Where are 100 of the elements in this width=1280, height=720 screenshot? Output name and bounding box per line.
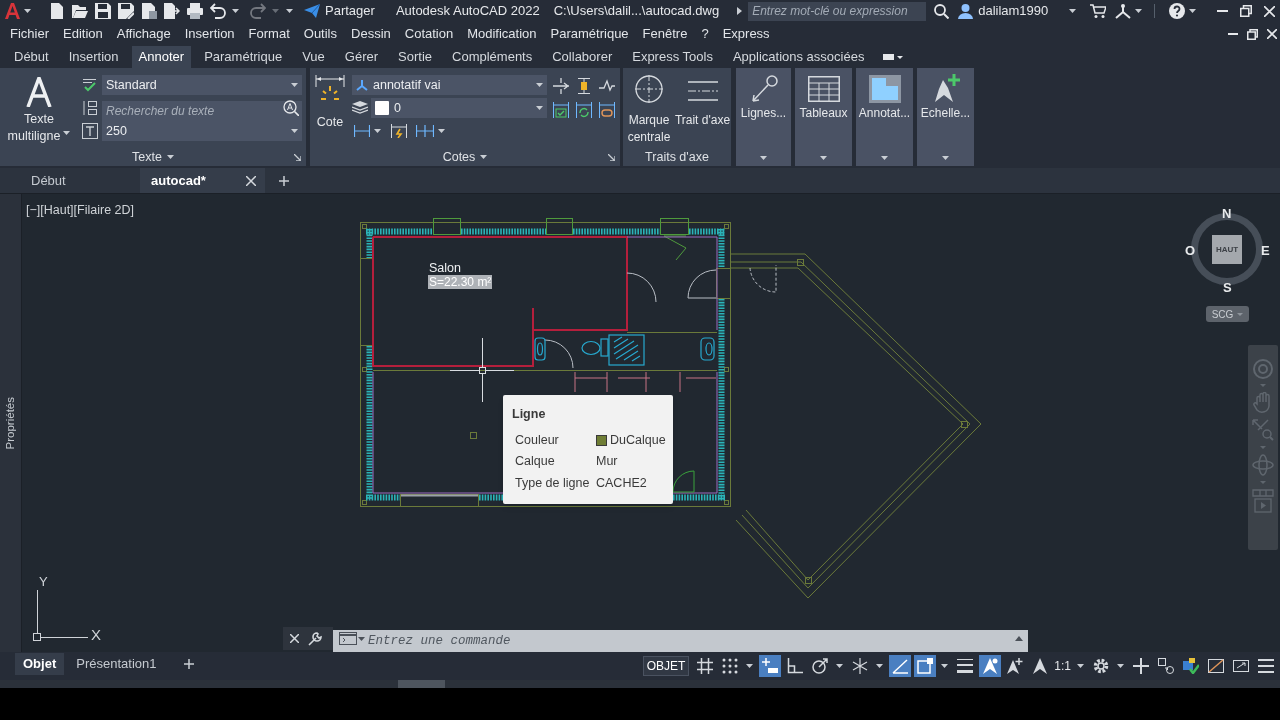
object-snap-toggle[interactable] bbox=[913, 655, 936, 677]
menu-item[interactable]: Paramétrique bbox=[550, 24, 629, 44]
stacked-documents-icon[interactable] bbox=[141, 3, 157, 19]
caret-icon[interactable] bbox=[1069, 9, 1077, 13]
caret-icon[interactable] bbox=[358, 637, 365, 641]
save-icon[interactable] bbox=[95, 3, 111, 19]
caret-icon[interactable] bbox=[286, 9, 293, 13]
centerline-tool-button[interactable]: Trait d'axe bbox=[674, 72, 731, 146]
ribbon-tab[interactable]: Gérer bbox=[337, 46, 386, 68]
caret-icon[interactable] bbox=[232, 9, 239, 13]
multiline-text-button[interactable]: Texte multiligne bbox=[0, 72, 78, 146]
search-icon[interactable] bbox=[283, 100, 299, 116]
share-button[interactable]: Partager bbox=[304, 1, 375, 21]
caret-icon[interactable] bbox=[1135, 9, 1143, 13]
annotation-visibility-toggle[interactable] bbox=[978, 655, 1001, 677]
collapsed-panel-button[interactable]: Annotat... bbox=[856, 68, 913, 166]
viewport-controls[interactable]: [−][Haut][Filaire 2D] bbox=[26, 201, 135, 220]
menu-item[interactable]: Express bbox=[722, 24, 770, 44]
collapsed-panel-button[interactable]: Echelle... bbox=[917, 68, 974, 166]
ribbon-tab[interactable]: Compléments bbox=[445, 46, 540, 68]
close-icon[interactable] bbox=[290, 634, 299, 643]
help-icon[interactable] bbox=[1169, 3, 1186, 19]
spacing-bar-icon[interactable] bbox=[576, 78, 592, 94]
right-caret-icon[interactable] bbox=[737, 7, 743, 15]
bar-caret-icon[interactable] bbox=[883, 53, 904, 61]
layer-dropdown[interactable]: 0 bbox=[371, 98, 547, 118]
user-name[interactable]: dalilam1990 bbox=[978, 1, 1049, 21]
menu-item[interactable]: Fenêtre bbox=[642, 24, 688, 44]
print-icon[interactable] bbox=[187, 3, 203, 19]
ribbon-tab[interactable]: Collaborer bbox=[545, 46, 620, 68]
panel-title[interactable]: Texte bbox=[132, 150, 174, 164]
segmented-dimension-icon[interactable] bbox=[416, 125, 434, 137]
terminal-window-icon[interactable] bbox=[339, 632, 357, 645]
collapsed-panel-button[interactable]: Lignes... bbox=[736, 68, 791, 166]
caret-icon[interactable] bbox=[1189, 9, 1197, 13]
lines-check-icon[interactable] bbox=[82, 78, 98, 92]
collapsed-panel-button[interactable]: Tableaux bbox=[795, 68, 852, 166]
open-folder-icon[interactable] bbox=[72, 3, 88, 19]
ribbon-tab[interactable]: Insertion bbox=[61, 46, 126, 68]
compass-direction[interactable]: E bbox=[1261, 241, 1270, 261]
caret-icon[interactable] bbox=[876, 664, 884, 668]
centerline-tool-button[interactable]: Marque centrale bbox=[624, 72, 674, 146]
ribbon-tab[interactable]: Début bbox=[7, 46, 56, 68]
diagonal-arrow-icon[interactable] bbox=[294, 154, 301, 161]
zigzag-line-icon[interactable] bbox=[599, 78, 615, 94]
infer-constraints-toggle[interactable] bbox=[758, 655, 781, 677]
menu-item[interactable]: Cotation bbox=[404, 24, 454, 44]
scrollbar-thumb[interactable] bbox=[398, 680, 445, 688]
plus-icon[interactable] bbox=[184, 659, 195, 669]
dimension-button[interactable]: Cote bbox=[310, 72, 350, 146]
new-file-icon[interactable] bbox=[49, 3, 65, 19]
lightning-dimension-icon[interactable] bbox=[391, 124, 407, 138]
view-cube-face[interactable]: HAUT bbox=[1212, 235, 1242, 264]
search-icon[interactable] bbox=[934, 3, 950, 19]
text-search-field[interactable]: Rechercher du texte bbox=[102, 101, 302, 121]
plus-icon[interactable] bbox=[279, 175, 289, 186]
user-icon[interactable] bbox=[958, 3, 974, 19]
menu-item[interactable]: ? bbox=[701, 24, 709, 44]
dimension-link-icon[interactable] bbox=[599, 102, 615, 118]
cart-icon[interactable] bbox=[1090, 4, 1107, 18]
up-caret-icon[interactable] bbox=[1015, 636, 1023, 641]
ribbon-tab[interactable]: Sortie bbox=[391, 46, 440, 68]
dimension-refresh-icon[interactable] bbox=[576, 102, 592, 118]
menu-item[interactable]: Format bbox=[248, 24, 290, 44]
dimension-style-dropdown[interactable]: annotatif vai bbox=[352, 75, 547, 95]
document-arrow-icon[interactable] bbox=[164, 3, 180, 19]
ribbon-tab[interactable]: Paramétrique bbox=[197, 46, 290, 68]
bracket-boxes-icon[interactable] bbox=[83, 100, 97, 116]
menu-item[interactable]: Fichier bbox=[10, 24, 49, 44]
ribbon-tab[interactable]: Annoter bbox=[131, 46, 192, 68]
object-tracking-toggle[interactable] bbox=[888, 655, 911, 677]
floppy-pen-icon[interactable] bbox=[118, 3, 134, 19]
compass-direction[interactable]: N bbox=[1222, 204, 1232, 224]
menu-item[interactable]: Affichage bbox=[116, 24, 171, 44]
caret-icon[interactable] bbox=[1117, 664, 1124, 668]
panel-title[interactable]: Traits d'axe bbox=[645, 150, 709, 164]
close-icon[interactable] bbox=[1264, 5, 1275, 17]
caret-icon[interactable] bbox=[836, 664, 844, 668]
layout-tab[interactable]: Objet bbox=[15, 653, 65, 675]
model-space-button[interactable]: OBJET bbox=[642, 656, 690, 676]
framed-t-icon[interactable] bbox=[82, 123, 98, 139]
menu-item[interactable]: Insertion bbox=[184, 24, 235, 44]
undo-icon[interactable] bbox=[210, 3, 226, 19]
ribbon-tab[interactable]: Vue bbox=[295, 46, 332, 68]
caret-icon[interactable] bbox=[1077, 664, 1084, 668]
diagonal-arrow-icon[interactable] bbox=[608, 154, 615, 161]
menu-item[interactable]: Dessin bbox=[351, 24, 391, 44]
arrow-through-line-icon[interactable] bbox=[553, 78, 569, 94]
restore-icon[interactable] bbox=[1240, 5, 1252, 17]
dimension-line-icon[interactable] bbox=[354, 125, 370, 137]
text-style-dropdown[interactable]: Standard bbox=[102, 75, 302, 95]
menu-item[interactable]: Outils bbox=[303, 24, 337, 44]
restore-icon[interactable] bbox=[1247, 28, 1258, 40]
compass-direction[interactable]: O bbox=[1185, 241, 1196, 261]
menu-item[interactable]: Edition bbox=[63, 24, 103, 44]
close-icon[interactable] bbox=[246, 175, 256, 186]
text-height-dropdown[interactable]: 250 bbox=[102, 121, 302, 141]
help-search-field[interactable]: Entrez mot-clé ou expression bbox=[748, 1, 927, 21]
caret-icon[interactable] bbox=[24, 9, 31, 13]
menu-item[interactable]: Modification bbox=[467, 24, 537, 44]
